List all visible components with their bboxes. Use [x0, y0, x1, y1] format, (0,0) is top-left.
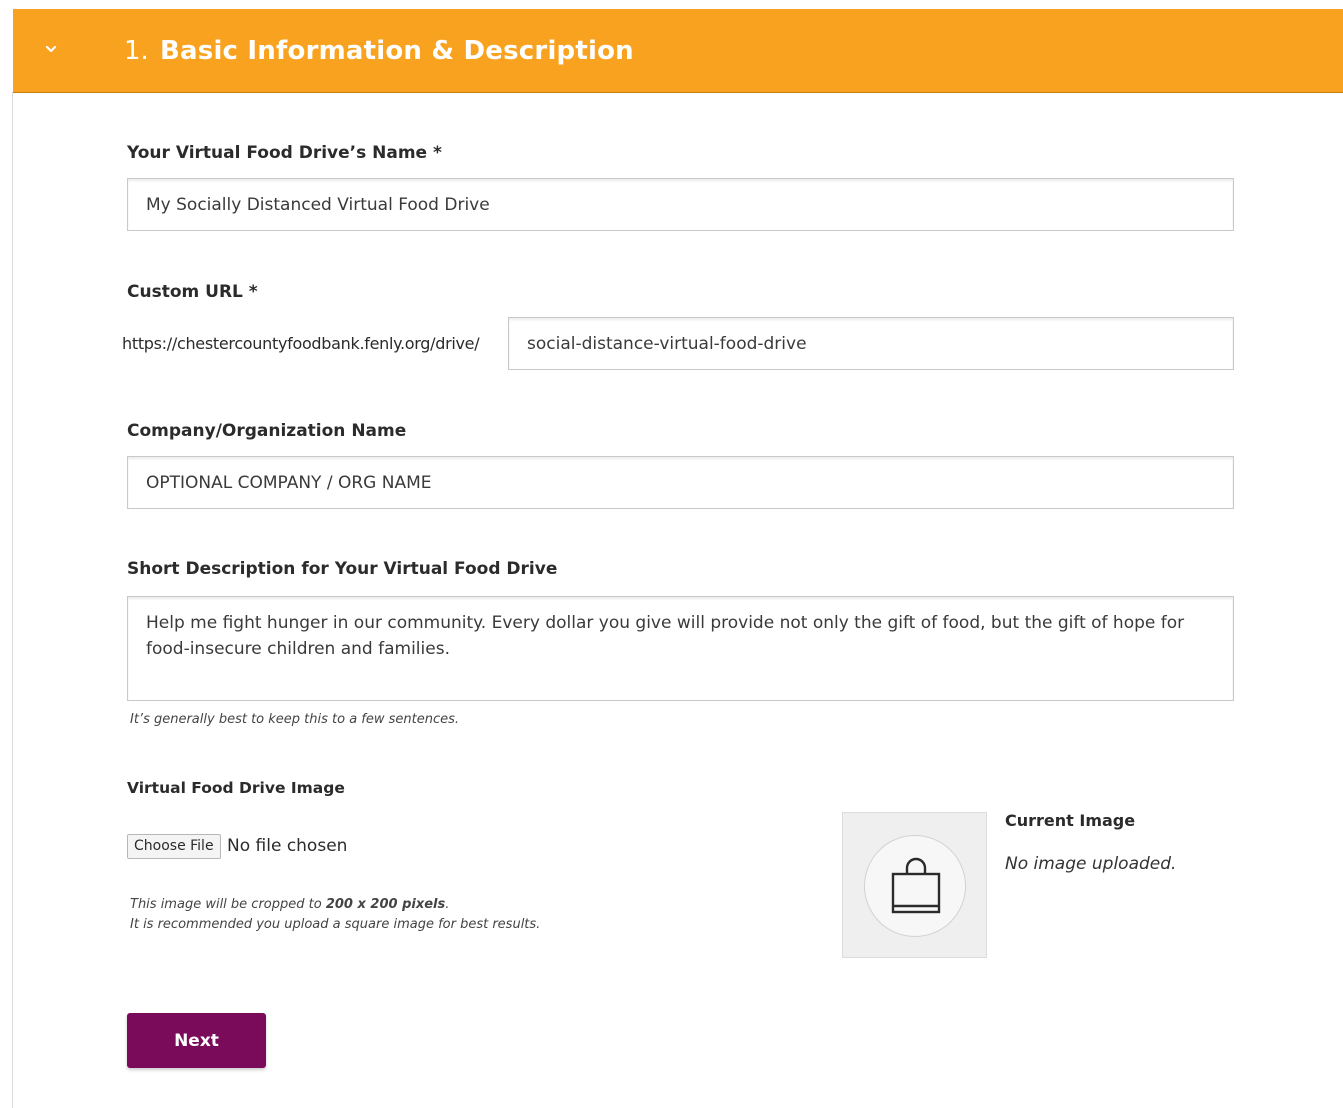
image-crop-hint: This image will be cropped to 200 x 200 …	[130, 895, 449, 915]
description-label: Short Description for Your Virtual Food …	[127, 559, 558, 579]
current-image-status: No image uploaded.	[1005, 854, 1177, 874]
description-hint: It’s generally best to keep this to a fe…	[130, 712, 460, 727]
image-square-hint: It is recommended you upload a square im…	[130, 917, 541, 932]
company-name-input[interactable]	[127, 456, 1234, 509]
chevron-down-icon[interactable]	[41, 39, 61, 59]
crop-hint-size: 200 x 200 pixels	[325, 897, 446, 912]
current-image-label: Current Image	[1005, 811, 1136, 830]
custom-url-input[interactable]	[508, 317, 1234, 370]
image-placeholder-circle	[864, 835, 966, 937]
section-number: 1.	[124, 36, 149, 66]
left-divider	[12, 92, 13, 1108]
next-button[interactable]: Next	[127, 1013, 266, 1068]
drive-name-input[interactable]	[127, 178, 1234, 231]
section-header-basic-information[interactable]: 1. Basic Information & Description	[13, 9, 1343, 93]
crop-hint-suffix: .	[445, 897, 450, 912]
section-title: Basic Information & Description	[160, 36, 634, 66]
company-name-label: Company/Organization Name	[127, 421, 407, 441]
page: 1. Basic Information & Description Your …	[0, 0, 1343, 1108]
choose-file-button[interactable]: Choose File	[127, 834, 221, 859]
drive-image-label: Virtual Food Drive Image	[127, 779, 345, 797]
custom-url-prefix: https://chestercountyfoodbank.fenly.org/…	[122, 334, 480, 353]
current-image-preview	[842, 812, 987, 958]
crop-hint-prefix: This image will be cropped to	[130, 897, 326, 912]
drive-name-label: Your Virtual Food Drive’s Name *	[127, 143, 442, 163]
file-status-text: No file chosen	[227, 836, 348, 856]
shopping-bag-icon	[891, 857, 941, 914]
description-textarea[interactable]: Help me fight hunger in our community. E…	[127, 596, 1234, 701]
custom-url-label: Custom URL *	[127, 282, 258, 302]
